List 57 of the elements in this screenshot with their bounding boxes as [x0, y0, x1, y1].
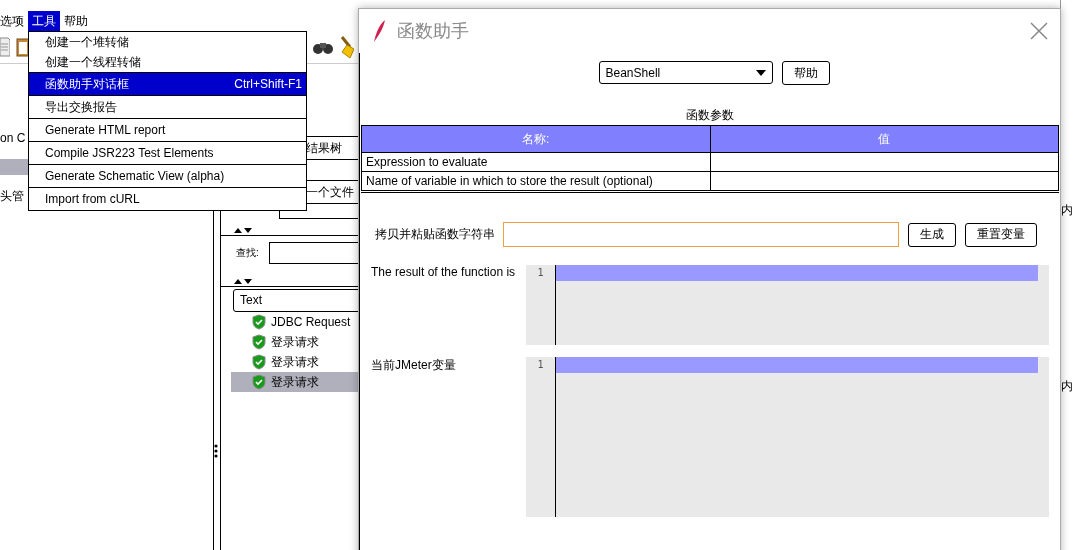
field-label: 当前JMeter变量 — [371, 357, 457, 374]
reset-button[interactable]: 重置变量 — [965, 222, 1037, 247]
document-icon — [0, 36, 10, 58]
menu-entry-label: 创建一个堆转储 — [45, 34, 129, 51]
shield-check-icon — [251, 374, 267, 390]
feather-icon — [373, 19, 387, 43]
sample-label: 登录请求 — [271, 333, 319, 351]
menu-entry[interactable]: Generate Schematic View (alpha) — [29, 165, 306, 187]
generate-button[interactable]: 生成 — [908, 222, 956, 247]
menu-entry-label: 创建一个线程转储 — [45, 54, 141, 71]
menu-item[interactable]: 工具 — [28, 11, 60, 31]
shield-check-icon — [251, 334, 267, 350]
sample-row[interactable]: JDBC Request — [231, 312, 451, 332]
edge-label: 内 — [1061, 378, 1073, 395]
shield-check-icon — [251, 354, 267, 370]
shortcut-label: Ctrl+Shift-F1 — [234, 76, 302, 93]
dialog-title: 函数助手 — [397, 20, 470, 43]
table-cell: Expression to evaluate — [361, 152, 710, 172]
sample-label: 登录请求 — [271, 373, 319, 391]
function-dropdown[interactable]: BeanShell — [598, 61, 773, 84]
line-number: 1 — [537, 267, 544, 278]
menu-item[interactable]: 选项 — [0, 11, 28, 31]
caret-icon — [755, 69, 766, 76]
table-cell: Name of variable in which to store the result (optional) — [361, 171, 710, 192]
field-label: 拷贝并粘贴函数字符串 — [375, 226, 495, 243]
menu-item[interactable]: 帮助 — [60, 11, 92, 31]
function-string-field[interactable] — [503, 222, 899, 247]
menu-entry-label: 导出交换报告 — [45, 99, 117, 116]
text-area[interactable]: 1 — [526, 357, 1049, 517]
splitter-arrows-icon — [233, 226, 253, 234]
menu-entry[interactable]: 导出交换报告 — [29, 96, 306, 118]
menu-entry[interactable]: 函数助手对话框 Ctrl+Shift-F1 — [29, 73, 306, 95]
menu-entry[interactable]: 创建一个线程转储 — [29, 52, 306, 72]
text-area[interactable]: 1 — [526, 265, 1049, 345]
splitter-arrows-icon — [233, 277, 253, 285]
menu-entry[interactable]: Compile JSR223 Test Elements — [29, 142, 306, 164]
menu-entry-label: Compile JSR223 Test Elements — [45, 145, 214, 162]
menu-entry-label: 函数助手对话框 — [45, 76, 129, 93]
menu-entry-label: Generate HTML report — [45, 122, 166, 139]
find-label: 查找: — [236, 246, 259, 260]
menu-entry[interactable]: Import from cURL — [29, 188, 306, 210]
sample-label: JDBC Request — [271, 315, 351, 329]
shield-check-icon — [251, 314, 267, 330]
column-header: 值 — [710, 125, 1059, 153]
column-header: 名称: — [361, 125, 710, 153]
section-caption: 函数参数 — [685, 107, 735, 124]
help-button[interactable]: 帮助 — [781, 61, 830, 85]
broom-icon — [340, 35, 354, 59]
close-icon[interactable] — [1030, 22, 1048, 40]
field-label: The result of the function is — [371, 265, 517, 281]
edge-label: 内 — [1061, 202, 1073, 219]
menu-entry[interactable]: 创建一个堆转储 — [29, 32, 306, 52]
sample-row[interactable]: 登录请求 — [231, 332, 451, 352]
menu-entry[interactable]: Generate HTML report — [29, 119, 306, 141]
line-number: 1 — [537, 359, 544, 370]
sample-label: 登录请求 — [271, 353, 319, 371]
menu-entry-label: Import from cURL — [45, 191, 140, 208]
